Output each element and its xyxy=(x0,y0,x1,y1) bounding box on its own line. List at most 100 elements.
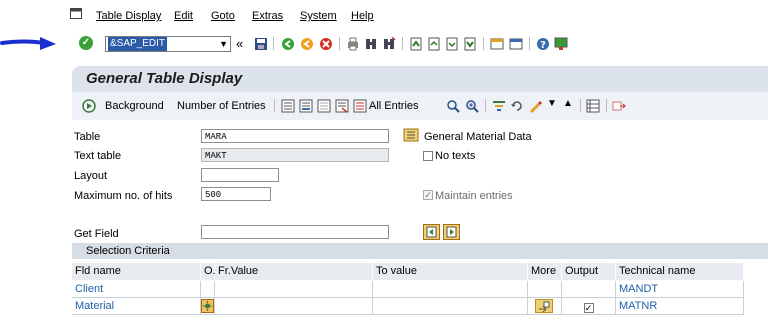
menu-edit[interactable]: Edit xyxy=(174,10,193,22)
table-row-from-value[interactable] xyxy=(215,298,373,315)
table-row-technical-name: MATNR xyxy=(616,298,744,315)
maintain-entries-checkbox[interactable]: ✓ xyxy=(423,190,433,200)
find-next-icon[interactable] xyxy=(382,37,396,51)
screen-header: General Table Display xyxy=(72,66,768,92)
menu-bar: Table Display Edit Goto Extras System He… xyxy=(0,0,768,30)
menu-goto[interactable]: Goto xyxy=(211,10,235,22)
max-hits-input[interactable]: 500 xyxy=(201,187,271,201)
create-session-icon[interactable] xyxy=(490,37,504,51)
dropdown-arrow-icon[interactable]: ▼ xyxy=(547,98,561,112)
exit-icon[interactable] xyxy=(300,37,314,51)
table-settings-icon[interactable] xyxy=(586,99,600,113)
table-label: Table xyxy=(74,131,101,143)
all-entries-button[interactable]: All Entries xyxy=(369,100,419,112)
save-icon[interactable] xyxy=(254,37,268,51)
toolbar-separator xyxy=(485,99,486,112)
edit-pencil-icon[interactable] xyxy=(528,99,542,113)
all-entries-icon[interactable] xyxy=(353,99,367,113)
help-icon[interactable]: ? xyxy=(536,37,550,51)
table-input[interactable]: MARA xyxy=(201,129,389,143)
undo-icon[interactable] xyxy=(510,99,524,113)
table-row-output[interactable]: ✓ xyxy=(562,298,616,315)
previous-page-icon[interactable] xyxy=(427,37,441,51)
column-header-output[interactable]: Output xyxy=(562,263,616,280)
select-all-icon[interactable] xyxy=(281,99,295,113)
delete-selection-icon[interactable] xyxy=(335,99,349,113)
system-menu-icon[interactable] xyxy=(70,8,82,19)
background-button[interactable]: Background xyxy=(105,100,164,112)
output-checkbox[interactable]: ✓ xyxy=(583,303,594,313)
table-description: General Material Data xyxy=(424,131,532,143)
number-of-entries-button[interactable]: Number of Entries xyxy=(177,100,266,112)
table-row-output[interactable] xyxy=(562,281,616,298)
sort-icon[interactable] xyxy=(492,99,506,113)
menu-system[interactable]: System xyxy=(300,10,337,22)
zoom-in-icon[interactable] xyxy=(465,99,479,113)
zoom-icon[interactable] xyxy=(446,99,460,113)
table-row-more[interactable] xyxy=(528,298,562,315)
toolbar-separator xyxy=(274,99,275,112)
table-row-option[interactable] xyxy=(201,298,215,315)
column-header-technical-name[interactable]: Technical name xyxy=(616,263,744,280)
find-icon[interactable] xyxy=(364,37,378,51)
page-title: General Table Display xyxy=(86,70,243,87)
table-row-technical-name: MANDT xyxy=(616,281,744,298)
toolbar-separator xyxy=(580,99,581,112)
selection-criteria-title: Selection Criteria xyxy=(86,245,170,257)
last-page-icon[interactable] xyxy=(463,37,477,51)
up-arrow-icon[interactable]: ▲ xyxy=(563,98,577,112)
customize-layout-icon[interactable] xyxy=(554,37,568,51)
back-icon[interactable] xyxy=(281,37,295,51)
table-row-fld-name[interactable]: Client xyxy=(72,281,201,298)
print-icon[interactable] xyxy=(346,37,360,51)
table-row-fld-name[interactable]: Material xyxy=(72,298,201,315)
dropdown-arrow-icon[interactable]: ▼ xyxy=(219,37,228,51)
toolbar-separator xyxy=(529,37,530,50)
no-texts-checkbox[interactable] xyxy=(423,151,433,161)
table-row-from-value[interactable] xyxy=(215,281,373,298)
collapse-arrows-icon[interactable]: « xyxy=(236,37,250,51)
max-hits-label: Maximum no. of hits xyxy=(74,190,173,202)
toolbar-separator xyxy=(339,37,340,50)
shortcut-icon[interactable] xyxy=(509,37,523,51)
cancel-icon[interactable] xyxy=(319,37,333,51)
command-field-value: &SAP_EDIT xyxy=(108,37,168,51)
command-field[interactable]: &SAP_EDIT ▼ xyxy=(105,36,231,52)
execute-background-icon[interactable] xyxy=(82,99,96,113)
column-header-from-value[interactable]: Fr.Value xyxy=(215,263,373,280)
select-block-icon[interactable] xyxy=(299,99,313,113)
table-info-icon[interactable] xyxy=(403,127,419,143)
multiple-selection-icon xyxy=(539,301,550,313)
text-table-label: Text table xyxy=(74,150,122,162)
menu-help[interactable]: Help xyxy=(351,10,374,22)
menu-extras[interactable]: Extras xyxy=(252,10,283,22)
first-page-icon[interactable] xyxy=(409,37,423,51)
more-functions-icon[interactable] xyxy=(612,99,626,113)
svg-text:?: ? xyxy=(540,40,546,51)
column-header-more[interactable]: More xyxy=(528,263,562,280)
column-header-to-value[interactable]: To value xyxy=(373,263,528,280)
column-header-option[interactable]: O. xyxy=(201,263,216,280)
table-row-to-value[interactable] xyxy=(373,281,528,298)
get-field-input[interactable] xyxy=(201,225,389,239)
no-texts-label: No texts xyxy=(435,150,476,162)
deselect-all-icon[interactable] xyxy=(317,99,331,113)
toolbar-separator xyxy=(606,99,607,112)
toolbar-separator xyxy=(483,37,484,50)
table-row-option[interactable] xyxy=(201,281,215,298)
column-header-fld-name[interactable]: Fld name xyxy=(72,263,201,280)
get-field-next-icon[interactable] xyxy=(443,224,460,240)
get-field-prev-icon[interactable] xyxy=(423,224,440,240)
get-field-label: Get Field xyxy=(74,228,119,240)
select-option-icon[interactable] xyxy=(201,299,214,313)
toolbar-separator xyxy=(402,37,403,50)
table-row-more[interactable] xyxy=(528,281,562,298)
menu-table-display[interactable]: Table Display xyxy=(96,10,161,22)
enter-check-icon[interactable]: ✓ xyxy=(79,36,93,50)
selection-criteria-header: Selection Criteria xyxy=(72,243,768,259)
next-page-icon[interactable] xyxy=(445,37,459,51)
application-toolbar: Background Number of Entries All Entries… xyxy=(72,92,768,120)
multiple-selection-button[interactable] xyxy=(535,299,553,313)
layout-input[interactable] xyxy=(201,168,279,182)
table-row-to-value[interactable] xyxy=(373,298,528,315)
